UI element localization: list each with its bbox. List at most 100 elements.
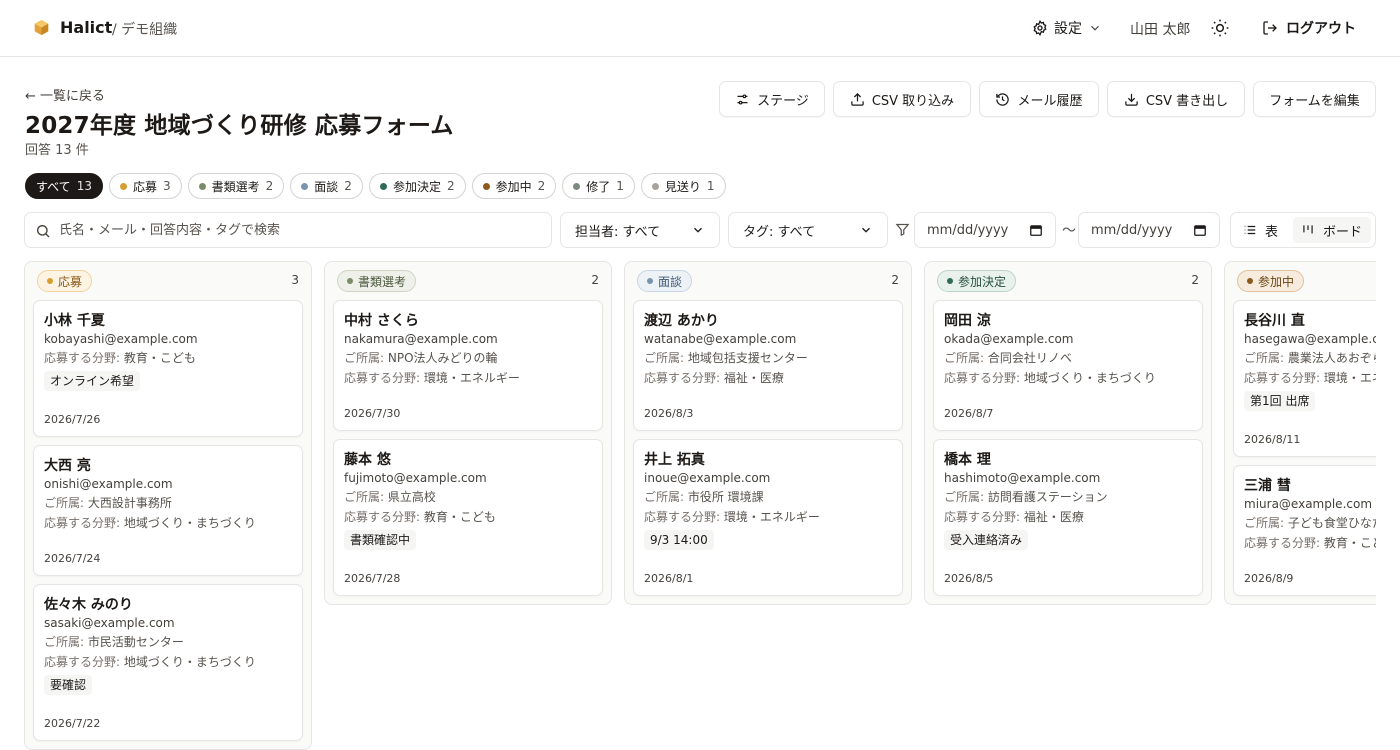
applicant-affiliation: ご所属: NPO法人みどりの輪 [344, 348, 592, 368]
applicant-card[interactable]: 藤本 悠 fujimoto@example.com ご所属: 県立高校 応募する分野:… [333, 439, 603, 596]
affiliation-value: NPO法人みどりの輪 [387, 351, 498, 365]
stage-dot-icon [647, 278, 653, 284]
applicant-name: 井上 拓真 [644, 452, 705, 468]
stage-dot-icon [47, 278, 53, 284]
view-table-button[interactable]: 表 [1235, 217, 1286, 243]
applicant-card[interactable]: 三浦 彗 miura@example.com ご所属: 子ども食堂ひなた 応募する分野… [1233, 465, 1376, 596]
applicant-affiliation: ご所属: 大西設計事務所 [44, 493, 292, 513]
applicant-email: watanabe@example.com [644, 332, 797, 346]
applicant-card[interactable]: 岡田 涼 okada@example.com ご所属: 合同会社リノベ 応募する分野:… [933, 300, 1203, 431]
affiliation-value: 市役所 環境課 [687, 490, 764, 504]
field-label: 応募する分野: [44, 516, 124, 530]
applicant-card[interactable]: 渡辺 あかり watanabe@example.com ご所属: 地域包括支援センタ… [633, 300, 903, 431]
stage-button-label: ステージ [757, 93, 809, 109]
affiliation-value: 県立高校 [387, 490, 436, 504]
back-to-list-link[interactable]: ← 一覧に戻る [25, 85, 105, 104]
stage-chip-count: 2 [537, 179, 546, 193]
applicant-field: 応募する分野: 地域づくり・まちづくり [944, 368, 1192, 388]
stage-chip[interactable]: 見送り 1 [640, 173, 726, 199]
csv-import-label: CSV 取り込み [871, 93, 955, 109]
stage-badge: 書類選考 [337, 270, 417, 292]
date-from-input[interactable]: mm/dd/yyyy [914, 212, 1056, 248]
csv-import-button[interactable]: CSV 取り込み [833, 81, 971, 117]
applicant-affiliation: ご所属: 農業法人あおぞら [1244, 348, 1376, 368]
stage-chip[interactable]: 参加決定 2 [368, 173, 466, 199]
view-board-button[interactable]: ボード [1293, 217, 1371, 243]
brand-name[interactable]: Halict [60, 18, 112, 37]
applicant-email: okada@example.com [944, 332, 1074, 346]
field-label: 応募する分野: [1244, 371, 1324, 385]
field-value: 地域づくり・まちづくり [123, 516, 256, 530]
kanban-column: 書類選考 2 中村 さくら nakamura@example.com ご所属: NPO法… [324, 261, 612, 605]
edit-form-button[interactable]: フォームを編集 [1253, 81, 1376, 117]
calendar-icon[interactable] [1193, 223, 1207, 237]
applicant-field: 応募する分野: 地域づくり・まちづくり [44, 513, 292, 533]
stage-chip[interactable]: 参加中 2 [471, 173, 557, 199]
assignee-select[interactable]: 担当者: すべて [560, 212, 720, 248]
submitted-date: 2026/8/11 [1244, 433, 1301, 446]
applicant-card[interactable]: 中村 さくら nakamura@example.com ご所属: NPO法人みどりの… [333, 300, 603, 431]
search-box [24, 212, 552, 248]
settings-menu-button[interactable]: 設定 [1032, 18, 1102, 38]
stage-badge: 参加決定 [937, 270, 1017, 292]
applicant-tag: 9/3 14:00 [644, 530, 714, 550]
applicant-card[interactable]: 橋本 理 hashimoto@example.com ご所属: 訪問看護ステーション… [933, 439, 1203, 596]
view-toggle: 表 ボード [1230, 212, 1376, 248]
affiliation-label: ご所属: [44, 635, 88, 649]
settings-label: 設定 [1054, 21, 1082, 37]
applicant-card[interactable]: 佐々木 みのり sasaki@example.com ご所属: 市民活動センター 応募… [33, 584, 303, 741]
field-label: 応募する分野: [344, 510, 424, 524]
stage-chip[interactable]: 面談 2 [290, 173, 363, 199]
applicant-tag: 第1回 出席 [1244, 391, 1316, 411]
applicant-name: 岡田 涼 [944, 313, 991, 329]
csv-export-button[interactable]: CSV 書き出し [1107, 81, 1245, 117]
submitted-date: 2026/8/9 [1244, 572, 1294, 585]
kanban-column: 参加決定 2 岡田 涼 okada@example.com ご所属: 合同会社リノベ 応募… [924, 261, 1212, 605]
logout-button[interactable]: ログアウト [1262, 18, 1356, 38]
chevron-down-icon [1091, 25, 1099, 31]
page-title: 2027年度 地域づくり研修 応募フォーム [25, 113, 454, 139]
applicant-email: onishi@example.com [44, 477, 173, 491]
chevron-down-icon [862, 227, 870, 233]
field-value: 環境・エネルギー [423, 371, 520, 385]
applicant-card[interactable]: 長谷川 直 hasegawa@example.com ご所属: 農業法人あおぞら応募… [1233, 300, 1376, 457]
applicant-card[interactable]: 小林 千夏 kobayashi@example.com 応募する分野: 教育・こども… [33, 300, 303, 437]
applicant-tag: 書類確認中 [344, 530, 417, 550]
stage-chip[interactable]: すべて 13 [25, 173, 103, 199]
view-table-label: 表 [1265, 224, 1279, 240]
field-label: 応募する分野: [1244, 536, 1324, 550]
stage-button[interactable]: ステージ [719, 81, 825, 117]
applicant-affiliation: ご所属: 地域包括支援センター [644, 348, 892, 368]
applicant-email: hasegawa@example.com [1244, 332, 1376, 346]
applicant-field: 応募する分野: 環境・エネルギー [1244, 368, 1376, 388]
affiliation-value: 子ども食堂ひなた [1287, 516, 1376, 530]
stage-chip[interactable]: 応募 3 [108, 173, 182, 199]
field-label: 応募する分野: [644, 510, 724, 524]
user-name: 山田 太郎 [1130, 22, 1191, 38]
chevron-down-icon [694, 227, 702, 233]
kanban-column: 応募 3 小林 千夏 kobayashi@example.com 応募する分野: 教育・… [24, 261, 312, 750]
mail-history-button[interactable]: メール履歴 [979, 81, 1099, 117]
stage-dot-icon [947, 278, 953, 284]
field-label: 応募する分野: [44, 655, 124, 669]
sun-icon[interactable] [1210, 18, 1230, 38]
calendar-icon[interactable] [1029, 223, 1043, 237]
stage-chip-label: すべて [36, 179, 71, 194]
search-input[interactable] [59, 213, 539, 247]
applicant-card[interactable]: 井上 拓真 inoue@example.com ご所属: 市役所 環境課 応募する分野… [633, 439, 903, 596]
stage-chip[interactable]: 修了 1 [562, 173, 635, 199]
applicant-name: 小林 千夏 [44, 313, 105, 329]
applicant-affiliation: ご所属: 訪問看護ステーション [944, 487, 1192, 507]
stage-dot-icon [1247, 278, 1253, 284]
applicant-name: 渡辺 あかり [644, 313, 719, 329]
date-to-input[interactable]: mm/dd/yyyy [1078, 212, 1220, 248]
applicant-email: miura@example.com [1244, 497, 1373, 511]
applicant-affiliation: ご所属: 市役所 環境課 [644, 487, 892, 507]
stage-chip[interactable]: 書類選考 2 [187, 173, 285, 199]
date-range-separator: 〜 [1062, 223, 1076, 239]
applicant-card[interactable]: 大西 亮 onishi@example.com ご所属: 大西設計事務所 応募する分野… [33, 445, 303, 576]
stage-chip-label: 見送り [664, 179, 701, 194]
column-count: 3 [291, 273, 299, 287]
view-board-label: ボード [1323, 224, 1363, 240]
tag-select[interactable]: タグ: すべて [728, 212, 888, 248]
